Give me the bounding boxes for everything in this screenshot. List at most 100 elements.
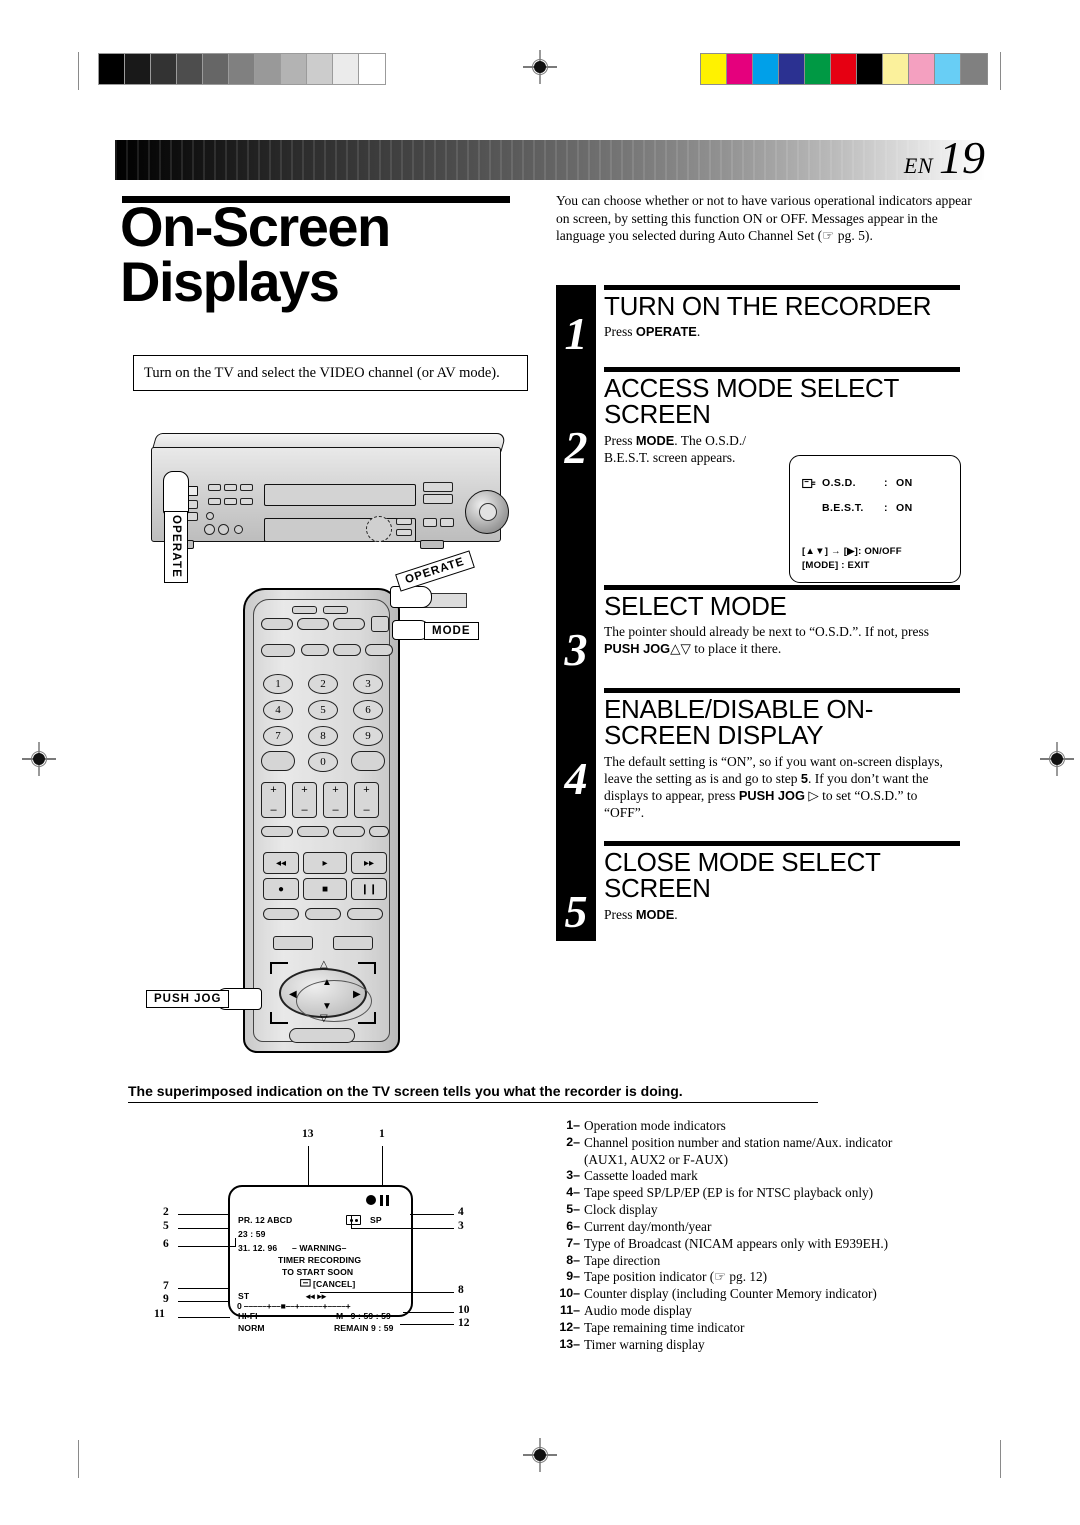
vcr-button-rew[interactable] bbox=[423, 518, 437, 527]
remote-key-top-3[interactable] bbox=[333, 618, 365, 630]
gray-swatch-0 bbox=[99, 54, 125, 84]
legend-item-text: Current day/month/year bbox=[584, 1218, 712, 1234]
legend-item: 11– Audio mode display bbox=[556, 1303, 976, 1320]
step-5-number: 5 bbox=[564, 886, 588, 937]
vcr-button-ff[interactable] bbox=[440, 518, 454, 527]
remote-key-row-a3[interactable] bbox=[333, 826, 365, 837]
jog-left-arrow-icon[interactable]: ◀ bbox=[289, 990, 297, 1000]
remote-key-row2-3[interactable] bbox=[333, 644, 361, 656]
remote-record-button[interactable]: ● bbox=[263, 878, 299, 900]
osd-warning-head: – WARNING– bbox=[292, 1243, 347, 1253]
step-1-body-pre: Press bbox=[604, 324, 636, 340]
vcr-button-c1[interactable] bbox=[208, 498, 221, 505]
remote-stop-button[interactable]: ■ bbox=[303, 878, 347, 900]
remote-key-row-b3[interactable] bbox=[347, 908, 383, 920]
remote-number-5[interactable]: 5 bbox=[308, 700, 338, 720]
vcr-jack-2[interactable] bbox=[204, 524, 215, 535]
vcr-button-b2[interactable] bbox=[224, 484, 237, 491]
legend-item-number: 13– bbox=[559, 1336, 580, 1351]
best-row: B.E.S.T. : ON bbox=[822, 502, 913, 514]
remote-power-switch[interactable] bbox=[261, 644, 295, 657]
legend-item: 4– Tape speed SP/LP/EP (EP is for NTSC pl… bbox=[556, 1185, 976, 1202]
diagram-label-9: 9 bbox=[163, 1293, 169, 1305]
remote-key-row-b2[interactable] bbox=[305, 908, 341, 920]
remote-forward-button[interactable]: ▸▸ bbox=[351, 852, 387, 874]
remote-key-row-b1[interactable] bbox=[263, 908, 299, 920]
color-swatch-2 bbox=[753, 54, 779, 84]
diagram-leader-12 bbox=[400, 1324, 454, 1326]
remote-operate-button[interactable] bbox=[371, 616, 389, 632]
jog-right-arrow-icon[interactable]: ▶ bbox=[353, 990, 361, 1000]
remote-number-9[interactable]: 9 bbox=[353, 726, 383, 746]
remote-key-row-a4[interactable] bbox=[369, 826, 389, 837]
step-5-body-post: . bbox=[674, 906, 678, 922]
vcr-button-e1[interactable] bbox=[423, 482, 453, 492]
step-5-heading: CLOSE MODE SELECT SCREEN bbox=[604, 846, 881, 904]
remote-number-7[interactable]: 7 bbox=[263, 726, 293, 746]
remote-number-8[interactable]: 8 bbox=[308, 726, 338, 746]
remote-light-button[interactable] bbox=[289, 1028, 355, 1043]
remote-key-top-2[interactable] bbox=[297, 618, 329, 630]
jog-down-arrow-icon[interactable]: ▼ bbox=[322, 1002, 332, 1012]
legend-item: 13– Timer warning display bbox=[556, 1337, 976, 1354]
best-row-label: B.E.S.T. bbox=[822, 502, 864, 514]
vcr-jack-3[interactable] bbox=[218, 524, 229, 535]
legend-item-text: Tape direction bbox=[584, 1252, 661, 1268]
callout-mode-remote: MODE bbox=[424, 622, 479, 640]
vcr-button-d2[interactable] bbox=[396, 529, 412, 536]
remote-updown-2[interactable]: + – bbox=[292, 782, 317, 818]
remote-rewind-button[interactable]: ◂◂ bbox=[263, 852, 299, 874]
jog-up-arrow-icon[interactable]: ▲ bbox=[322, 978, 332, 988]
jog-dial-ring[interactable]: ▲ ▼ ◀ ▶ bbox=[279, 968, 372, 1022]
remote-minus-1: – bbox=[270, 804, 277, 816]
vcr-jack-1[interactable] bbox=[206, 512, 214, 520]
diagram-leader-8 bbox=[320, 1292, 454, 1294]
vcr-button-c2[interactable] bbox=[224, 498, 237, 505]
legend-item: 10– Counter display (including Counter Me… bbox=[556, 1286, 976, 1303]
remote-key-top-1[interactable] bbox=[261, 618, 293, 630]
remote-key-row-c2[interactable] bbox=[333, 936, 373, 950]
vcr-button-b3[interactable] bbox=[240, 484, 253, 491]
remote-push-jog-pad[interactable]: ▲ ▼ ◀ ▶ △ ▽ bbox=[270, 960, 376, 1024]
legend-item-text: Cassette loaded mark bbox=[584, 1168, 698, 1184]
legend-item-text: Tape position indicator (☞ pg. 12) bbox=[584, 1269, 768, 1285]
legend-list: 1– Operation mode indicators 2– Channel pos… bbox=[556, 1118, 976, 1353]
step-4-body-bold2: PUSH JOG bbox=[738, 787, 805, 803]
vcr-button-b1[interactable] bbox=[208, 484, 221, 491]
remote-number-1[interactable]: 1 bbox=[263, 674, 293, 694]
legend-item-number: 7– bbox=[566, 1235, 580, 1250]
remote-number-2[interactable]: 2 bbox=[308, 674, 338, 694]
remote-updown-3[interactable]: + – bbox=[323, 782, 348, 818]
remote-updown-1[interactable]: + – bbox=[261, 782, 286, 818]
step-1: 1 TURN ON THE RECORDER Press OPERATE. bbox=[556, 285, 960, 367]
remote-number-4[interactable]: 4 bbox=[263, 700, 293, 720]
remote-updown-4[interactable]: + – bbox=[354, 782, 379, 818]
diagram-label-3: 3 bbox=[458, 1220, 464, 1232]
color-swatch-8 bbox=[909, 54, 935, 84]
tv-screen-diagram: 13 1 PR. 12 ABCD SP 23 : 59 31. 12. 96 –… bbox=[154, 1128, 500, 1338]
remote-key-row-c1[interactable] bbox=[273, 936, 313, 950]
vcr-shuttle-dial[interactable] bbox=[465, 490, 509, 534]
remote-key-row-a2[interactable] bbox=[297, 826, 329, 837]
step-2-body-pre: Press bbox=[604, 432, 636, 448]
diagram-leader-6-riser bbox=[235, 1238, 237, 1247]
remote-key-row-a1[interactable] bbox=[261, 826, 293, 837]
vcr-button-c3[interactable] bbox=[240, 498, 253, 505]
remote-pause-button[interactable]: ❙❙ bbox=[351, 878, 387, 900]
vcr-button-d1[interactable] bbox=[396, 518, 412, 525]
step-2-number: 2 bbox=[564, 422, 588, 473]
vcr-button-e2[interactable] bbox=[423, 494, 453, 504]
remote-key-left-of-zero[interactable] bbox=[261, 751, 295, 771]
gray-swatch-8 bbox=[307, 54, 333, 84]
vcr-jack-4[interactable] bbox=[234, 525, 243, 534]
vcr-dial-small[interactable] bbox=[366, 516, 392, 542]
remote-play-button[interactable]: ▸ bbox=[303, 852, 347, 874]
legend-item-text: Tape speed SP/LP/EP (EP is for NTSC play… bbox=[584, 1185, 874, 1201]
remote-key-row2-2[interactable] bbox=[301, 644, 329, 656]
remote-number-3[interactable]: 3 bbox=[353, 674, 383, 694]
remote-key-right-of-zero[interactable] bbox=[351, 751, 385, 771]
remote-number-0[interactable]: 0 bbox=[308, 752, 338, 772]
remote-mode-button[interactable] bbox=[365, 644, 393, 656]
registration-mark-bottom bbox=[523, 1438, 557, 1472]
remote-number-6[interactable]: 6 bbox=[353, 700, 383, 720]
